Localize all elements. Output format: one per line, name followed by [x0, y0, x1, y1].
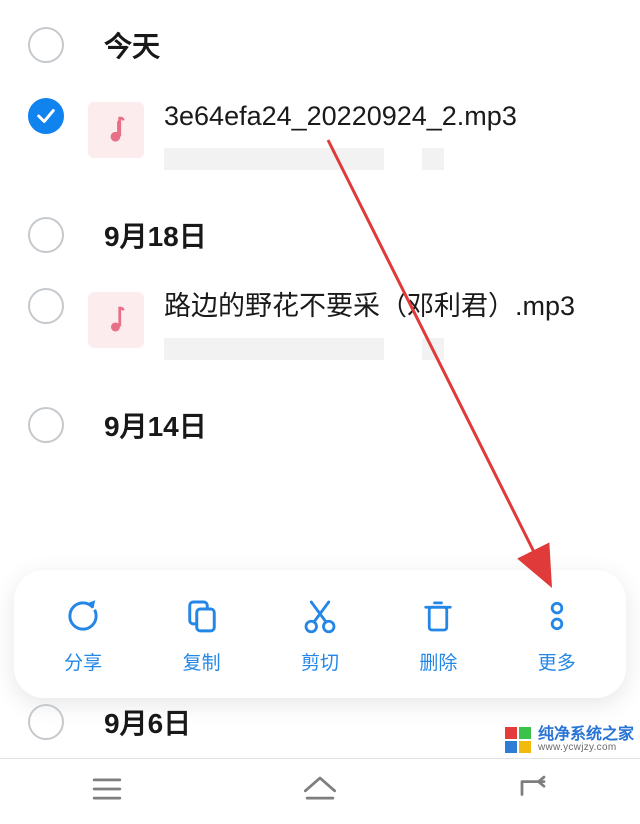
nav-menu-button[interactable]: [85, 769, 129, 814]
checkbox-unchecked[interactable]: [28, 217, 64, 253]
file-text: 3e64efa24_20220924_2.mp3: [164, 98, 640, 170]
file-body: 路边的野花不要采（邓利君）.mp3: [88, 288, 640, 360]
file-text: 路边的野花不要采（邓利君）.mp3: [164, 288, 640, 360]
section-title: 9月14日: [104, 405, 207, 445]
checkbox-unchecked[interactable]: [28, 704, 64, 740]
nav-back-button[interactable]: [511, 769, 555, 814]
redacted-meta: [164, 148, 444, 170]
section-sep14[interactable]: 9月14日: [0, 390, 640, 460]
file-row[interactable]: 路边的野花不要采（邓利君）.mp3: [0, 270, 640, 390]
tool-label: 剪切: [301, 648, 339, 675]
action-toolbar: 分享 复制 剪切 删除 更多: [14, 570, 626, 698]
file-row[interactable]: 3e64efa24_20220924_2.mp3: [0, 80, 640, 200]
watermark: 纯净系统之家 www.ycwjzy.com: [504, 726, 634, 754]
cut-button[interactable]: 剪切: [270, 594, 370, 675]
delete-button[interactable]: 删除: [388, 594, 488, 675]
check-icon: [35, 105, 57, 127]
checkbox-unchecked[interactable]: [28, 407, 64, 443]
tool-label: 更多: [538, 648, 576, 675]
file-body: 3e64efa24_20220924_2.mp3: [88, 98, 640, 170]
section-sep18[interactable]: 9月18日: [0, 200, 640, 270]
back-icon: [511, 769, 555, 809]
more-button[interactable]: 更多: [507, 594, 607, 675]
system-navbar: [0, 758, 640, 824]
section-today[interactable]: 今天: [0, 10, 640, 80]
checkbox-unchecked[interactable]: [28, 288, 64, 324]
section-title: 9月6日: [104, 702, 191, 742]
home-icon: [298, 769, 342, 809]
watermark-title: 纯净系统之家: [538, 727, 634, 743]
file-name: 路边的野花不要采（邓利君）.mp3: [164, 288, 620, 324]
cut-icon: [299, 594, 341, 638]
nav-home-button[interactable]: [298, 769, 342, 814]
music-icon: [88, 102, 144, 158]
share-icon: [62, 594, 104, 638]
checkbox-unchecked[interactable]: [28, 27, 64, 63]
section-title: 9月18日: [104, 215, 207, 255]
delete-icon: [417, 594, 459, 638]
redacted-meta: [164, 338, 444, 360]
tool-label: 删除: [419, 648, 457, 675]
section-title: 今天: [104, 25, 160, 65]
tool-label: 复制: [183, 648, 221, 675]
tool-label: 分享: [64, 648, 102, 675]
menu-icon: [85, 769, 129, 809]
file-list: 今天 3e64efa24_20220924_2.mp3 9月18日 路边的野花不…: [0, 0, 640, 460]
checkbox-checked[interactable]: [28, 98, 64, 134]
file-name: 3e64efa24_20220924_2.mp3: [164, 98, 620, 134]
more-icon: [536, 594, 578, 638]
music-icon: [88, 292, 144, 348]
copy-button[interactable]: 复制: [152, 594, 252, 675]
watermark-url: www.ycwjzy.com: [538, 743, 634, 753]
watermark-logo-icon: [504, 726, 532, 754]
share-button[interactable]: 分享: [33, 594, 133, 675]
copy-icon: [181, 594, 223, 638]
